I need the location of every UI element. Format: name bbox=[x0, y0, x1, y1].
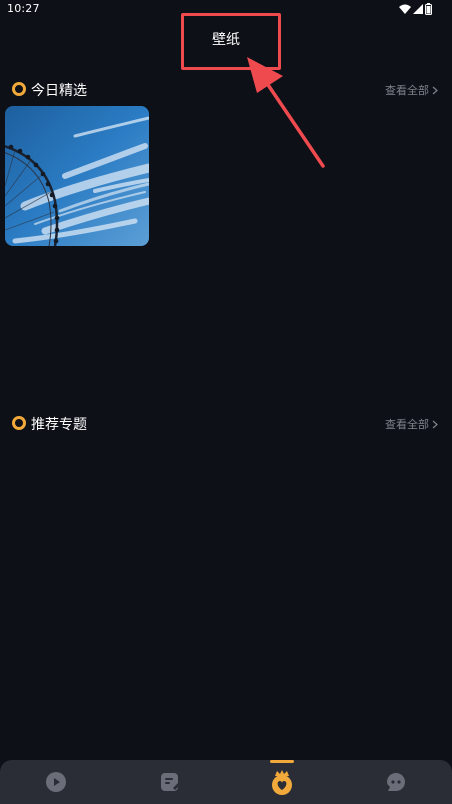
section-title: 推荐专题 bbox=[31, 417, 87, 433]
section-daily-picks-header: 今日精选 查看全部 bbox=[0, 79, 452, 99]
ferris-wheel-wallpaper-image bbox=[5, 106, 149, 246]
edit-note-icon bbox=[161, 773, 180, 791]
view-all-recommended-link[interactable]: 查看全部 bbox=[385, 416, 438, 432]
chevron-right-icon bbox=[432, 420, 438, 428]
view-all-label: 查看全部 bbox=[385, 418, 429, 431]
wallpaper-card[interactable] bbox=[5, 106, 149, 246]
section-title: 今日精选 bbox=[31, 83, 87, 99]
bottom-nav bbox=[0, 760, 452, 804]
chevron-right-icon bbox=[432, 86, 438, 94]
section-recommended-header: 推荐专题 查看全部 bbox=[0, 413, 452, 433]
next-section-header-partial bbox=[12, 748, 82, 754]
nav-tab-chat[interactable] bbox=[366, 760, 426, 804]
section-bullet-icon bbox=[12, 82, 26, 96]
nav-tab-wallpaper[interactable] bbox=[252, 760, 312, 804]
heart-crown-icon bbox=[272, 770, 292, 795]
nav-tab-play[interactable] bbox=[26, 760, 86, 804]
view-all-daily-picks-link[interactable]: 查看全部 bbox=[385, 82, 438, 98]
nav-tab-edit[interactable] bbox=[140, 760, 200, 804]
chat-bubble-icon bbox=[387, 773, 405, 791]
play-icon bbox=[46, 772, 66, 792]
section-bullet-icon bbox=[12, 416, 26, 430]
view-all-label: 查看全部 bbox=[385, 84, 429, 97]
